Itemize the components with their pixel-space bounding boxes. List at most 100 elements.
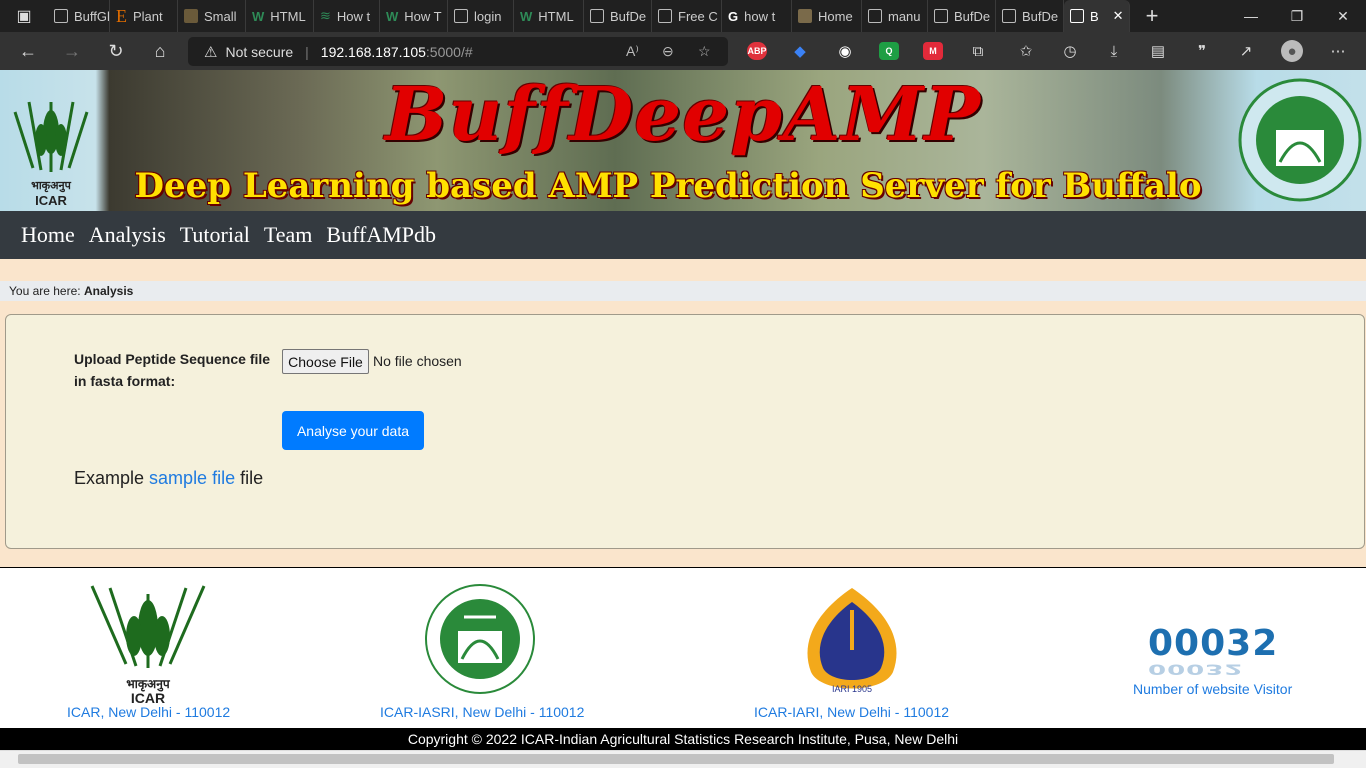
security-label[interactable]: Not secure	[225, 44, 293, 60]
nav-team[interactable]: Team	[257, 222, 320, 248]
iari-footer-logo[interactable]: IARI 1905	[793, 580, 911, 702]
share-icon[interactable]: ↗	[1235, 40, 1257, 62]
google-icon: G	[728, 8, 739, 24]
adblock-icon[interactable]: ABP	[747, 42, 767, 60]
icar-label: ICAR	[35, 193, 67, 208]
tab-label: login	[474, 8, 502, 24]
icar-footer-logo[interactable]: भाकृअनुप ICAR	[88, 584, 208, 705]
nav-analysis[interactable]: Analysis	[82, 222, 173, 248]
analyse-button[interactable]: Analyse your data	[282, 411, 424, 450]
history-icon[interactable]: ◷	[1059, 40, 1081, 62]
tab-label: how t	[744, 8, 776, 24]
extensions-icon[interactable]: ⧉	[967, 40, 989, 62]
minimize-icon[interactable]: —	[1228, 0, 1274, 32]
icar-link[interactable]: ICAR, New Delhi - 110012	[67, 704, 230, 720]
browser-tab[interactable]: ≋ How t	[314, 0, 380, 32]
tab-label: HTML	[538, 8, 574, 24]
extension-icon[interactable]: ◆	[789, 40, 811, 62]
tab-label: Plant	[133, 8, 163, 24]
close-window-icon[interactable]: ✕	[1320, 0, 1366, 32]
page-icon	[590, 9, 604, 23]
browser-tab[interactable]: E Plant	[110, 0, 178, 32]
visitor-counter-reflection: 00032	[1148, 660, 1244, 678]
home-icon[interactable]: ⌂	[138, 32, 182, 70]
back-icon[interactable]: ←	[6, 32, 50, 70]
browser-tab[interactable]: BufDe	[928, 0, 996, 32]
image-icon	[798, 9, 812, 23]
browser-tab[interactable]: manu	[862, 0, 928, 32]
url-path[interactable]: :5000/#	[426, 44, 473, 60]
browser-tab[interactable]: Home	[792, 0, 862, 32]
iari-link[interactable]: ICAR-IARI, New Delhi - 110012	[754, 704, 949, 720]
iasri-link[interactable]: ICAR-IASRI, New Delhi - 110012	[380, 704, 584, 720]
browser-tab[interactable]: BuffGl	[48, 0, 110, 32]
upload-label: Upload Peptide Sequence file in fasta fo…	[74, 351, 271, 389]
page-icon	[1070, 9, 1084, 23]
example-suffix: file	[240, 468, 264, 488]
browser-tab[interactable]: Ghow t	[722, 0, 792, 32]
tab-label: How T	[404, 8, 442, 24]
refresh-icon[interactable]: ↻	[94, 32, 138, 70]
nav-home[interactable]: Home	[14, 222, 82, 248]
tab-actions-icon[interactable]: ▣	[0, 0, 48, 35]
icar-banner-logo: भाकृअनुप ICAR	[2, 72, 100, 208]
nav-buffampdb[interactable]: BuffAMPdb	[319, 222, 443, 248]
tab-label: How t	[336, 8, 371, 24]
forward-icon[interactable]: →	[50, 32, 94, 70]
example-line: Example sample file file	[74, 468, 263, 489]
extension-icon[interactable]: ◉	[834, 40, 856, 62]
w3schools-icon: W	[520, 8, 533, 24]
site-icon: ≋	[320, 8, 331, 23]
url-host[interactable]: 192.168.187.105	[321, 44, 426, 60]
iari-year-label: IARI 1905	[832, 684, 872, 694]
file-status: No file chosen	[373, 353, 462, 369]
tab-label: B	[1090, 8, 1099, 24]
quote-icon[interactable]: ❞	[1191, 40, 1213, 62]
browser-tab[interactable]: W HTML	[514, 0, 584, 32]
close-tab-icon[interactable]: ✕	[1113, 8, 1124, 24]
browser-tab[interactable]: BufDe	[584, 0, 652, 32]
breadcrumb-prefix: You are here:	[9, 284, 81, 298]
tab-label: BufDe	[1022, 8, 1059, 24]
choose-file-button[interactable]: Choose File	[282, 349, 369, 374]
browser-tab[interactable]: BufDe	[996, 0, 1064, 32]
breadcrumb-current: Analysis	[83, 284, 134, 298]
address-bar[interactable]: ⚠ Not secure | 192.168.187.105 :5000/# A…	[188, 37, 728, 66]
tab-label: BuffGl	[74, 8, 110, 24]
browser-tab[interactable]: W How T	[380, 0, 448, 32]
nav-tutorial[interactable]: Tutorial	[173, 222, 257, 248]
iasri-footer-logo[interactable]	[424, 583, 536, 695]
browser-tab[interactable]: Small	[178, 0, 246, 32]
browser-tab[interactable]: Free C	[652, 0, 722, 32]
sample-file-link[interactable]: sample file	[149, 468, 235, 488]
tab-label: Home	[818, 8, 853, 24]
url-divider: |	[305, 43, 309, 60]
image-icon	[184, 9, 198, 23]
scrollbar-thumb[interactable]	[18, 754, 1334, 764]
browser-tab[interactable]: W HTML	[246, 0, 314, 32]
profile-avatar[interactable]: ●	[1281, 40, 1303, 62]
zoom-icon[interactable]: ⊖	[662, 43, 674, 60]
extension-m-icon[interactable]: M	[923, 42, 943, 60]
favorite-add-icon[interactable]: ☆	[698, 43, 711, 60]
warning-icon[interactable]: ⚠	[204, 43, 217, 61]
read-aloud-icon[interactable]: A⁾	[626, 43, 639, 60]
visitor-label: Number of website Visitor	[1133, 681, 1293, 697]
etsy-icon: E	[116, 5, 127, 26]
extension-q-icon[interactable]: Q	[879, 42, 899, 60]
tab-label: HTML	[270, 8, 306, 24]
favorites-icon[interactable]: ✩	[1015, 40, 1037, 62]
math-solver-icon[interactable]: ▤	[1147, 40, 1169, 62]
tab-label: BufDe	[954, 8, 991, 24]
iasri-seal-icon	[425, 584, 535, 694]
icar-hindi-label: भाकृअनुप	[31, 180, 71, 192]
new-tab-icon[interactable]: +	[1130, 0, 1174, 35]
visitor-counter: 00032	[1148, 623, 1279, 664]
tab-label: manu	[888, 8, 921, 24]
browser-tab-active[interactable]: B ✕	[1064, 0, 1130, 32]
more-menu-icon[interactable]: ⋯	[1327, 40, 1349, 62]
restore-icon[interactable]: ❐	[1274, 0, 1320, 32]
main-nav: Home Analysis Tutorial Team BuffAMPdb	[0, 211, 1366, 259]
browser-tab[interactable]: login	[448, 0, 514, 32]
downloads-icon[interactable]: ⤓	[1103, 40, 1125, 62]
